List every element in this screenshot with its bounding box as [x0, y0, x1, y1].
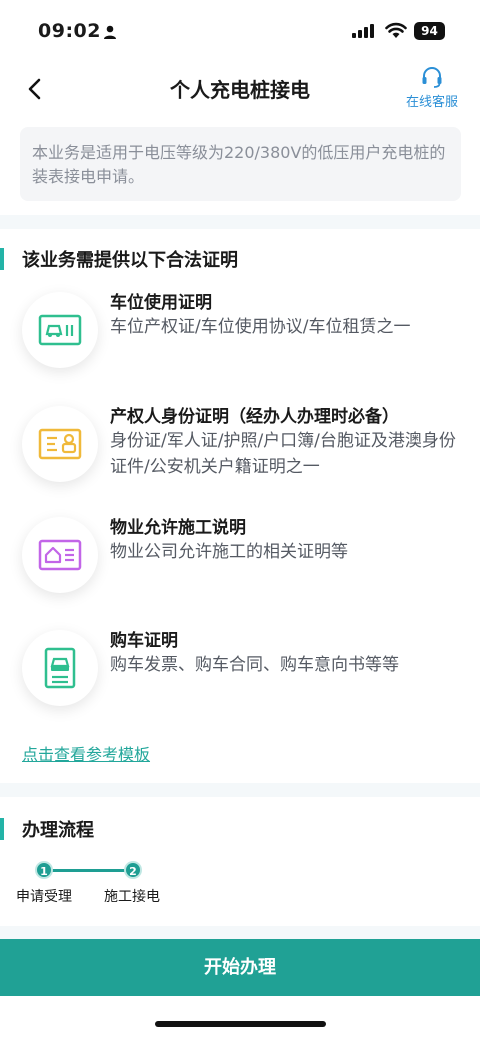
section-divider [0, 215, 480, 229]
cert-title: 产权人身份证明（经办人办理时必备） [110, 407, 399, 427]
cert-title: 车位使用证明 [110, 293, 212, 313]
cert-title: 购车证明 [110, 631, 178, 651]
step-1-label: 申请受理 [16, 889, 72, 905]
person-icon [104, 25, 116, 39]
step-connector [52, 869, 126, 872]
step-2-dot: 2 [124, 861, 142, 879]
cert-desc: 物业公司允许施工的相关证明等 [110, 542, 348, 562]
cert-item-car-purchase: 购车证明 购车发票、购车合同、购车意向书等等 [0, 630, 480, 740]
id-card-icon [38, 428, 82, 460]
section-title: 办理流程 [22, 820, 94, 841]
bottom-divider [0, 926, 480, 939]
home-indicator [155, 1021, 326, 1027]
cert-title: 物业允许施工说明 [110, 518, 246, 538]
online-service-label: 在线客服 [405, 95, 458, 110]
cert-item-property: 物业允许施工说明 物业公司允许施工的相关证明等 [0, 517, 480, 627]
cert-item-parking: 车位使用证明 车位产权证/车位使用协议/车位租赁之一 [0, 292, 480, 402]
start-button[interactable]: 开始办理 [0, 939, 480, 996]
nav-bar: 个人充电桩接电 在线客服 [0, 60, 480, 118]
online-service-button[interactable]: 在线客服 [396, 66, 468, 110]
cert-icon-circle [22, 630, 98, 706]
notice-box: 本业务是适用于电压等级为220/380V的低压用户充电桩的装表接电申请。 [20, 127, 461, 201]
status-bar: 09:02 94 [0, 0, 480, 60]
cert-desc: 购车发票、购车合同、购车意向书等等 [110, 655, 399, 675]
cert-icon-circle [22, 517, 98, 593]
wifi-icon [385, 22, 407, 38]
step-1-dot: 1 [35, 861, 53, 879]
cert-icon-circle [22, 292, 98, 368]
step-2-label: 施工接电 [104, 889, 160, 905]
headset-icon [422, 67, 442, 88]
section-accent-bar [0, 248, 4, 270]
property-house-icon [38, 539, 82, 571]
certificates-section-header: 该业务需提供以下合法证明 [0, 244, 480, 274]
process-steps: 1 2 申请受理 施工接电 [0, 858, 480, 908]
cert-icon-circle [22, 406, 98, 482]
cert-item-identity: 产权人身份证明（经办人办理时必备） 身份证/军人证/护照/户口簿/台胞证及港澳身… [0, 406, 480, 516]
section-accent-bar [0, 818, 4, 840]
battery-indicator: 94 [414, 22, 445, 40]
section-title: 该业务需提供以下合法证明 [22, 250, 238, 271]
status-time: 09:02 [38, 20, 101, 42]
process-section-header: 办理流程 [0, 814, 480, 844]
car-document-icon [44, 647, 76, 689]
section-divider [0, 783, 480, 797]
cert-desc: 车位产权证/车位使用协议/车位租赁之一 [110, 317, 411, 337]
view-template-link[interactable]: 点击查看参考模板 [22, 741, 150, 765]
cert-desc: 身份证/军人证/护照/户口簿/台胞证及港澳身份证件/公安机关户籍证明之一 [110, 431, 456, 477]
parking-card-icon [38, 314, 82, 346]
signal-icon [352, 24, 374, 38]
